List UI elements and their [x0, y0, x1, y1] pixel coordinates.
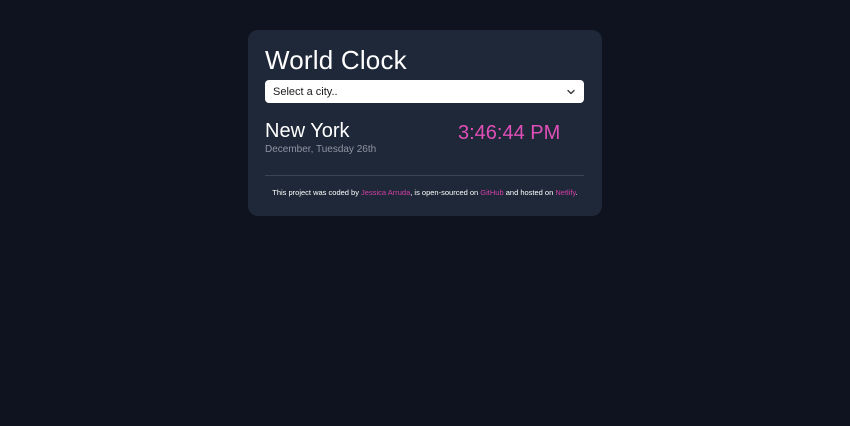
city-name: New York	[265, 120, 350, 142]
city-select-value: Select a city..	[273, 85, 338, 98]
city-date: December, Tuesday 26th	[265, 144, 377, 155]
page-title: World Clock	[265, 45, 407, 75]
chevron-down-icon	[566, 87, 576, 97]
footer-text: .	[575, 188, 578, 197]
author-link[interactable]: Jessica Arruda	[361, 188, 410, 197]
city-time: 3:46:44 PM	[458, 122, 561, 144]
netlify-link[interactable]: Netlify	[555, 188, 575, 197]
footer: This project was coded by Jessica Arruda…	[248, 188, 602, 197]
footer-text: , is open-sourced on	[410, 188, 481, 197]
github-link[interactable]: GitHub	[480, 188, 503, 197]
divider	[265, 175, 584, 176]
world-clock-card: World Clock Select a city.. New York Dec…	[248, 30, 602, 216]
footer-text: and hosted on	[503, 188, 556, 197]
footer-text: This project was coded by	[272, 188, 362, 197]
city-select[interactable]: Select a city..	[265, 80, 584, 103]
